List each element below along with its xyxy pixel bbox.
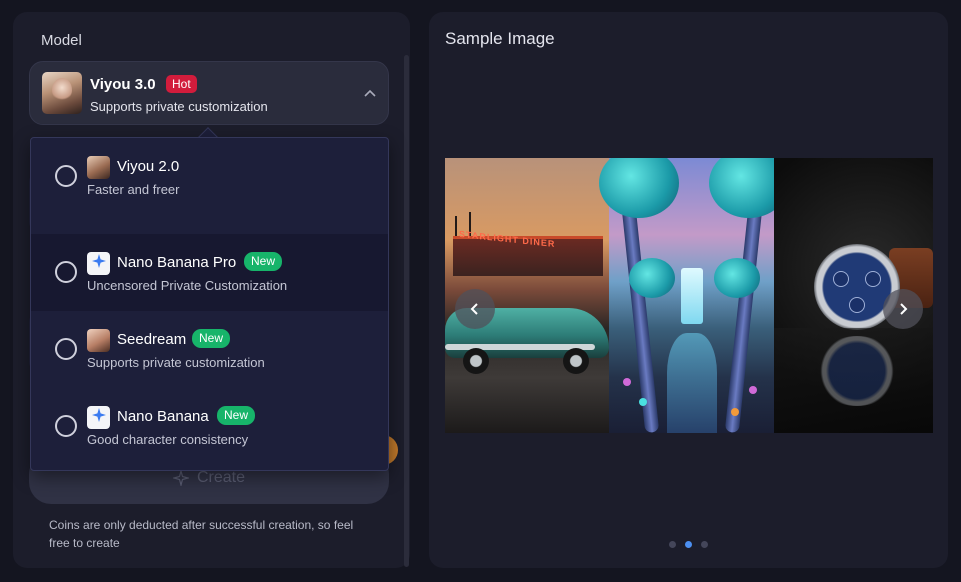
banana-logo-icon — [87, 406, 110, 429]
create-label: Create — [196, 469, 246, 486]
carousel-dots — [669, 541, 708, 548]
option-subtitle: Good character consistency — [87, 432, 249, 447]
sample-panel: Sample Image STARLIGHT DINER — [429, 12, 948, 568]
new-badge: New — [244, 252, 283, 271]
left-panel-scrollbar[interactable] — [404, 55, 409, 567]
chevron-up-icon — [364, 89, 376, 97]
carousel-dot-3[interactable] — [701, 541, 708, 548]
coins-note: Coins are only deducted after successful… — [49, 518, 354, 550]
hot-badge: Hot — [166, 75, 197, 93]
model-option-nano-banana[interactable]: Nano Banana New Good character consisten… — [31, 388, 388, 465]
model-label: Model — [41, 32, 82, 49]
sample-image-forest — [599, 158, 789, 433]
carousel-next-button[interactable] — [883, 289, 923, 329]
radio-button[interactable] — [55, 415, 77, 437]
sample-carousel: STARLIGHT DINER — [445, 158, 933, 433]
chevron-right-icon — [900, 303, 908, 315]
radio-button[interactable] — [55, 261, 77, 283]
viyou-thumbnail-icon — [87, 156, 110, 179]
carousel-dot-2[interactable] — [685, 541, 692, 548]
option-subtitle: Faster and freer — [87, 182, 180, 197]
option-name: Nano Banana — [117, 408, 209, 425]
carousel-dot-1[interactable] — [669, 541, 676, 548]
model-option-viyou-2[interactable]: Viyou 2.0 Faster and freer — [31, 138, 388, 215]
option-name: Viyou 2.0 — [117, 158, 180, 175]
selected-model-name: Viyou 3.0 — [90, 76, 156, 93]
model-option-seedream[interactable]: Seedream New Supports private customizat… — [31, 311, 388, 388]
model-option-nano-banana-pro[interactable]: Nano Banana Pro New Uncensored Private C… — [31, 234, 388, 311]
option-name: Nano Banana Pro — [117, 254, 237, 271]
chevron-left-icon — [470, 303, 478, 315]
sparkle-icon — [172, 470, 189, 486]
option-name: Seedream — [117, 331, 187, 348]
option-subtitle: Supports private customization — [87, 355, 265, 370]
radio-button[interactable] — [55, 165, 77, 187]
new-badge: New — [192, 329, 231, 348]
option-subtitle: Uncensored Private Customization — [87, 278, 288, 293]
model-dropdown: Viyou 2.0 Faster and freer Nano Banana P… — [30, 137, 389, 471]
selected-model-subtitle: Supports private customization — [90, 99, 268, 114]
seedream-thumbnail-icon — [87, 329, 110, 352]
new-badge: New — [217, 406, 256, 425]
carousel-prev-button[interactable] — [455, 289, 495, 329]
viyou-thumbnail-icon — [42, 72, 82, 114]
model-select[interactable]: Viyou 3.0 Hot Supports private customiza… — [29, 61, 389, 125]
radio-button[interactable] — [55, 338, 77, 360]
sample-title: Sample Image — [445, 29, 555, 48]
banana-logo-icon — [87, 252, 110, 275]
